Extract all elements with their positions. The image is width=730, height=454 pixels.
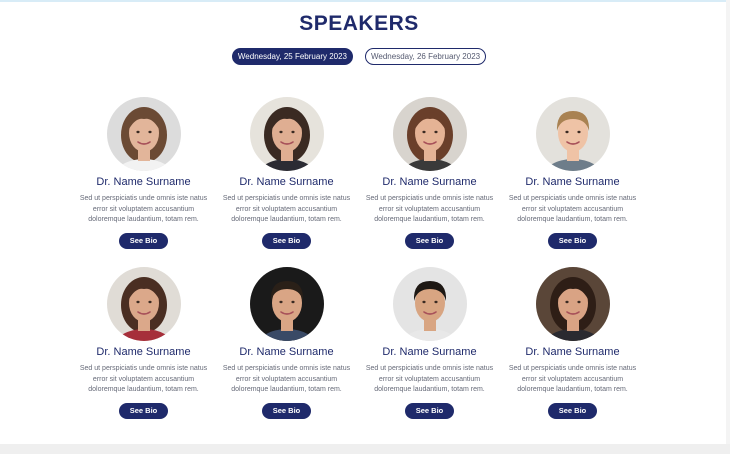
see-bio-button[interactable]: See Bio <box>118 232 169 249</box>
speaker-photo <box>392 267 467 341</box>
speaker-photo <box>249 97 324 171</box>
speaker-card: Dr. Name Surname Sed ut perspiciatis und… <box>72 97 215 267</box>
speaker-name: Dr. Name Surname <box>239 176 334 188</box>
speakers-row: Dr. Name Surname Sed ut perspiciatis und… <box>72 267 644 437</box>
speaker-name: Dr. Name Surname <box>525 346 620 358</box>
speaker-name: Dr. Name Surname <box>525 176 620 188</box>
speaker-card: Dr. Name Surname Sed ut perspiciatis und… <box>358 267 501 437</box>
speaker-bio: Sed ut perspiciatis unde omnis iste natu… <box>365 365 494 393</box>
see-bio-button[interactable]: See Bio <box>547 402 598 419</box>
speaker-name: Dr. Name Surname <box>96 346 191 358</box>
speaker-card: Dr. Name Surname Sed ut perspiciatis und… <box>215 97 358 267</box>
page-title: SPEAKERS <box>299 12 419 35</box>
speaker-photo <box>535 267 610 341</box>
speaker-bio: Sed ut perspiciatis unde omnis iste natu… <box>365 195 494 223</box>
speaker-card: Dr. Name Surname Sed ut perspiciatis und… <box>501 97 644 267</box>
see-bio-button[interactable]: See Bio <box>118 402 169 419</box>
speaker-card: Dr. Name Surname Sed ut perspiciatis und… <box>215 267 358 437</box>
speaker-photo <box>106 97 181 171</box>
speaker-bio: Sed ut perspiciatis unde omnis iste natu… <box>508 365 637 393</box>
see-bio-button[interactable]: See Bio <box>261 402 312 419</box>
date-tabs: Wednesday, 25 February 2023 Wednesday, 2… <box>0 48 718 65</box>
see-bio-button[interactable]: See Bio <box>404 232 455 249</box>
speaker-photo <box>249 267 324 341</box>
speakers-row: Dr. Name Surname Sed ut perspiciatis und… <box>72 97 644 267</box>
speaker-card: Dr. Name Surname Sed ut perspiciatis und… <box>358 97 501 267</box>
speaker-name: Dr. Name Surname <box>239 346 334 358</box>
see-bio-button[interactable]: See Bio <box>261 232 312 249</box>
speaker-photo <box>535 97 610 171</box>
speaker-card: Dr. Name Surname Sed ut perspiciatis und… <box>72 267 215 437</box>
speaker-name: Dr. Name Surname <box>382 176 477 188</box>
footer-bar <box>0 444 730 454</box>
speaker-bio: Sed ut perspiciatis unde omnis iste natu… <box>222 365 351 393</box>
speaker-bio: Sed ut perspiciatis unde omnis iste natu… <box>222 195 351 223</box>
see-bio-button[interactable]: See Bio <box>547 232 598 249</box>
scrollbar-track[interactable] <box>726 0 730 444</box>
tab-date-26-february[interactable]: Wednesday, 26 February 2023 <box>365 48 487 65</box>
speaker-name: Dr. Name Surname <box>382 346 477 358</box>
speakers-grid: Dr. Name Surname Sed ut perspiciatis und… <box>72 97 644 437</box>
speaker-photo <box>392 97 467 171</box>
see-bio-button[interactable]: See Bio <box>404 402 455 419</box>
tab-date-25-february[interactable]: Wednesday, 25 February 2023 <box>231 48 353 65</box>
speaker-card: Dr. Name Surname Sed ut perspiciatis und… <box>501 267 644 437</box>
speaker-bio: Sed ut perspiciatis unde omnis iste natu… <box>508 195 637 223</box>
speaker-photo <box>106 267 181 341</box>
speaker-name: Dr. Name Surname <box>96 176 191 188</box>
speaker-bio: Sed ut perspiciatis unde omnis iste natu… <box>79 195 208 223</box>
speaker-bio: Sed ut perspiciatis unde omnis iste natu… <box>79 365 208 393</box>
top-divider <box>0 0 730 2</box>
